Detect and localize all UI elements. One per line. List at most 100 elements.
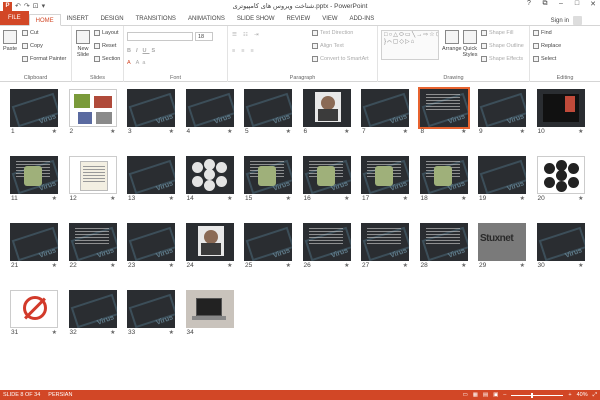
- zoom-out-icon[interactable]: –: [503, 392, 506, 398]
- slide-preview[interactable]: [478, 89, 526, 127]
- slide-thumbnail[interactable]: 26 ★: [302, 223, 351, 269]
- transition-star-icon[interactable]: ★: [110, 329, 115, 336]
- align-left-icon[interactable]: ≡: [232, 48, 239, 54]
- slide-preview[interactable]: [361, 89, 409, 127]
- slide-thumbnail[interactable]: 14 ★: [185, 156, 234, 202]
- slide-thumbnail[interactable]: 9★: [478, 89, 526, 135]
- zoom-in-icon[interactable]: +: [568, 392, 571, 398]
- transition-star-icon[interactable]: ★: [578, 262, 583, 269]
- transition-star-icon[interactable]: ★: [169, 262, 174, 269]
- slide-thumbnail[interactable]: 7★: [361, 89, 409, 135]
- transition-star-icon[interactable]: ★: [461, 262, 466, 269]
- slide-preview[interactable]: [536, 223, 585, 261]
- transition-star-icon[interactable]: ★: [344, 128, 349, 135]
- slide-thumbnail[interactable]: 33 ★: [127, 290, 175, 336]
- slide-thumbnail[interactable]: 15 ★: [244, 156, 292, 202]
- italic-icon[interactable]: I: [136, 48, 141, 54]
- sign-in-label[interactable]: Sign in: [551, 18, 569, 24]
- slide-preview[interactable]: [419, 156, 468, 194]
- shape-fill-button[interactable]: Shape Fill: [481, 30, 513, 36]
- language-indicator[interactable]: PERSIAN: [48, 392, 72, 398]
- slide-thumbnail[interactable]: 34: [185, 290, 234, 336]
- find-button[interactable]: Find: [533, 30, 552, 36]
- slideshow-view-icon[interactable]: ▣: [493, 392, 498, 398]
- slide-thumbnail[interactable]: 8★: [417, 87, 470, 135]
- underline-icon[interactable]: U: [143, 48, 150, 54]
- tab-add-ins[interactable]: ADD-INS: [344, 13, 381, 25]
- normal-view-icon[interactable]: ▭: [462, 392, 467, 398]
- font-size-box[interactable]: 18: [195, 32, 213, 41]
- slide-thumbnail[interactable]: 16 ★: [302, 156, 351, 202]
- transition-star-icon[interactable]: ★: [110, 195, 115, 202]
- slide-thumbnail[interactable]: 20 ★: [536, 156, 585, 202]
- transition-star-icon[interactable]: ★: [169, 329, 174, 336]
- transition-star-icon[interactable]: ★: [227, 195, 232, 202]
- zoom-slider[interactable]: [511, 392, 564, 398]
- shape-outline-button[interactable]: Shape Outline: [481, 43, 524, 49]
- shapes-gallery[interactable]: □○△⬭▭╲→⇨☆⬡{ }⌒▢◇▷⌂: [381, 30, 439, 60]
- slide-preview[interactable]: [127, 290, 175, 328]
- transition-star-icon[interactable]: ★: [403, 262, 408, 269]
- shape-effects-button[interactable]: Shape Effects: [481, 56, 523, 62]
- minimize-icon[interactable]: –: [556, 0, 566, 8]
- numbering-icon[interactable]: ☷: [243, 32, 252, 38]
- slide-preview[interactable]: [244, 89, 292, 127]
- slide-thumbnail[interactable]: 21 ★: [10, 223, 58, 269]
- transition-star-icon[interactable]: ★: [286, 262, 291, 269]
- redo-icon[interactable]: ↷: [24, 2, 30, 10]
- tab-design[interactable]: DESIGN: [95, 13, 130, 25]
- transition-star-icon[interactable]: ★: [227, 128, 232, 135]
- transition-star-icon[interactable]: ★: [461, 195, 466, 202]
- slide-thumbnail[interactable]: 5★: [244, 89, 292, 135]
- slide-preview[interactable]: [417, 87, 470, 129]
- tab-insert[interactable]: INSERT: [61, 13, 95, 25]
- slide-thumbnail[interactable]: 1★: [10, 89, 58, 135]
- font-format-buttons[interactable]: BIUS: [127, 48, 158, 54]
- transition-star-icon[interactable]: ★: [52, 195, 57, 202]
- zoom-level[interactable]: 40%: [577, 392, 588, 398]
- slide-thumbnail[interactable]: 30 ★: [536, 223, 585, 269]
- slide-preview[interactable]: [244, 156, 292, 194]
- slide-preview[interactable]: [10, 290, 58, 328]
- layout-button[interactable]: Layout: [94, 30, 119, 36]
- reset-button[interactable]: Reset: [94, 43, 116, 49]
- slide-preview[interactable]: [361, 223, 409, 261]
- transition-star-icon[interactable]: ★: [227, 262, 232, 269]
- align-buttons[interactable]: ≡ ≡ ≡: [232, 48, 258, 54]
- slide-preview[interactable]: [185, 89, 234, 127]
- slide-preview[interactable]: [10, 89, 58, 127]
- format-painter-button[interactable]: Format Painter: [22, 56, 66, 62]
- align-text-button[interactable]: Align Text: [312, 43, 344, 49]
- convert-smartart-button[interactable]: Convert to SmartArt: [312, 56, 369, 62]
- maximize-icon[interactable]: □: [572, 0, 582, 8]
- slide-thumbnail[interactable]: 25 ★: [244, 223, 292, 269]
- new-slide-button[interactable]: New Slide: [74, 30, 92, 58]
- slide-thumbnail[interactable]: 18 ★: [419, 156, 468, 202]
- help-icon[interactable]: ?: [524, 0, 534, 8]
- slide-thumbnail[interactable]: 3★: [127, 89, 175, 135]
- slide-thumbnail[interactable]: 4★: [185, 89, 234, 135]
- tab-transitions[interactable]: TRANSITIONS: [130, 13, 182, 25]
- slide-thumbnail[interactable]: 2 ★: [68, 89, 117, 135]
- slide-preview[interactable]: Stuxnet: [478, 223, 526, 261]
- slide-preview[interactable]: [419, 223, 468, 261]
- transition-star-icon[interactable]: ★: [344, 195, 349, 202]
- cut-button[interactable]: Cut: [22, 30, 39, 36]
- slide-preview[interactable]: [185, 223, 234, 261]
- slide-thumbnail[interactable]: 31 ★: [10, 290, 58, 336]
- transition-star-icon[interactable]: ★: [52, 329, 57, 336]
- transition-star-icon[interactable]: ★: [286, 195, 291, 202]
- slide-thumbnail[interactable]: 10 ★: [536, 89, 585, 135]
- bullets-icon[interactable]: ☰: [232, 32, 241, 38]
- transition-star-icon[interactable]: ★: [578, 195, 583, 202]
- slide-thumbnail[interactable]: 27 ★: [361, 223, 409, 269]
- slide-thumbnail[interactable]: 32 ★: [68, 290, 117, 336]
- highlight-icon[interactable]: Aa: [136, 60, 149, 66]
- ribbon-display-icon[interactable]: ⧉: [540, 0, 550, 8]
- select-button[interactable]: Select: [533, 56, 556, 62]
- transition-star-icon[interactable]: ★: [169, 195, 174, 202]
- paste-button[interactable]: Paste: [3, 30, 17, 52]
- slide-preview[interactable]: [127, 223, 175, 261]
- transition-star-icon[interactable]: ★: [286, 128, 291, 135]
- tab-home[interactable]: HOME: [28, 14, 61, 26]
